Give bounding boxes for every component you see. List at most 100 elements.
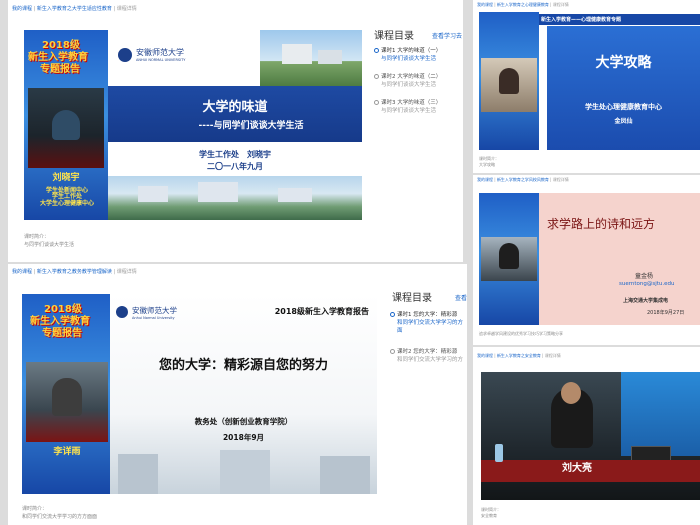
crumb-current: 课程详情 (116, 269, 137, 275)
radio-icon (390, 312, 395, 317)
lesson-item[interactable]: 课时2 您的大学：精彩源 和同学们交流大学学习的方 (390, 349, 463, 365)
breadcrumb: 我的课程 | 新生入学教育之大学生适应性教育 | 课程详情 (12, 6, 137, 12)
crumb-current: 课程详情 (544, 353, 561, 358)
video-player[interactable]: 新生入学教育——心理健康教育专题 大学攻略 学生处心理健康教育中心 金凤仙 (479, 12, 700, 150)
lesson-item[interactable]: 课时1 大学的味道（一） 与同学们谈谈大学生活 (374, 48, 441, 64)
event-poster: 2018级 新生入学教育 专题报告 李详雨 (22, 294, 110, 494)
building (318, 50, 342, 64)
speaker-figure (499, 68, 519, 94)
slide: 求学路上的诗和远方 童金杨 suerntong@sjtu.edu 上海交通大学集… (539, 193, 700, 325)
radio-icon (374, 48, 379, 53)
slide-banner: 大学的味道 ----与同学们谈谈大学生活 (108, 86, 362, 142)
slide-date: 2018年9月 (222, 433, 265, 442)
breadcrumb: 我的课程 | 新生入学教育之安全教育 | 课程详情 (477, 353, 561, 358)
building (282, 44, 312, 64)
crumb-my-courses[interactable]: 我的课程 (477, 353, 493, 358)
projector-screen (621, 372, 700, 456)
crumb-course[interactable]: 新生入学教育之教务教学管理解读 (37, 269, 112, 275)
course-panel-1: 我的课程 | 新生入学教育之大学生适应性教育 | 课程详情 2018级 新生入学… (8, 0, 463, 262)
slide-title: 求学路上的诗和远方 (547, 217, 656, 231)
slide-dept: 教务处（创新创业教育学院） (194, 417, 293, 426)
water-bottle-icon (495, 444, 503, 462)
course-panel-4: 我的课程 | 新生入学教育之学风校风教育 | 课程详情 求学路上的诗和远方 童金… (473, 175, 700, 345)
slide: 安徽师范大学 ANHUI NORMAL UNIVERSITY 大学的味道 ---… (108, 30, 362, 220)
event-poster: 2018级 新生入学教育 专题报告 刘晓宇 学生处新闻中心 学生工作处 大学生心… (24, 30, 108, 220)
speaker-figure (52, 110, 80, 140)
view-study-link[interactable]: 查看 (455, 293, 467, 302)
poster-subtitle-2: 专题报告 (40, 64, 80, 75)
slide-dept: 学生工作处 刘晓宇 (199, 150, 271, 159)
video-player[interactable]: 2018级 新生入学教育 专题报告 李详雨 安徽师范大学 Anhui Norma… (22, 294, 377, 494)
speaker-video (26, 362, 108, 442)
crumb-my-courses[interactable]: 我的课程 (12, 269, 32, 275)
slide-dept: 学生处心理健康教育中心 (585, 103, 662, 111)
crumb-my-courses[interactable]: 我的课程 (477, 177, 493, 182)
radio-icon (390, 349, 395, 354)
slide-title: 您的大学：精彩源自您的努力 (158, 358, 328, 373)
lesson-intro: 课时简介： 大学攻略 (479, 156, 499, 167)
school-name-en: ANHUI NORMAL UNIVERSITY (136, 58, 186, 62)
slide-title: 大学攻略 (595, 55, 652, 71)
campus-photo (260, 30, 362, 86)
slide-speaker: 金凤仙 (614, 118, 633, 125)
course-panel-2: 我的课程 | 新生入学教育之教务教学管理解读 | 课程详情 2018级 新生入学… (8, 264, 467, 525)
course-list-title: 课程目录 (374, 31, 414, 42)
campus-panorama (108, 176, 362, 220)
slide-date: 二〇一八年九月 (207, 162, 263, 171)
breadcrumb: 我的课程 | 新生入学教育之学风校风教育 | 课程详情 (477, 177, 569, 182)
crumb-current: 课程详情 (116, 6, 137, 12)
crumb-course[interactable]: 新生入学教育之大学生适应性教育 (37, 6, 112, 12)
slide-speaker: 童金杨 (635, 273, 654, 280)
video-player[interactable]: 2018级 新生入学教育 专题报告 刘晓宇 学生处新闻中心 学生工作处 大学生心… (24, 30, 362, 220)
video-player[interactable]: 求学路上的诗和远方 童金杨 suerntong@sjtu.edu 上海交通大学集… (479, 193, 700, 325)
view-study-link[interactable]: 查看学习去 (432, 31, 462, 40)
crumb-my-courses[interactable]: 我的课程 (12, 6, 32, 12)
radio-icon (374, 100, 379, 105)
school-name-en: Anhui Normal University (132, 316, 175, 320)
building (278, 188, 312, 202)
video-player[interactable]: 刘大亮 (481, 372, 700, 500)
speaker-head (561, 382, 581, 404)
school-logo-icon (118, 48, 132, 62)
slide-school: 上海交通大学集成电 (623, 298, 669, 304)
lesson-intro: 课时简介： 与同学们谈谈大学生活 (24, 234, 75, 248)
slide-title: 大学的味道 (202, 100, 268, 115)
building (198, 182, 238, 202)
speaker-video (481, 237, 537, 281)
building (118, 454, 158, 494)
school-name: 安徽师范大学 (136, 48, 184, 57)
lesson-intro: 追求卓越学风建设的优秀学习技巧学习策略分享 (479, 331, 563, 336)
lesson-intro: 课时简介： 安全教育 (481, 507, 501, 518)
crumb-course[interactable]: 新生入学教育之学风校风教育 (497, 177, 549, 182)
crumb-course[interactable]: 新生入学教育之心理健康教育 (497, 2, 549, 7)
event-poster (479, 193, 539, 325)
slide-header: 2018级新生入学教育报告 (274, 307, 369, 316)
crumb-my-courses[interactable]: 我的课程 (477, 2, 493, 7)
speaker-video (481, 58, 537, 112)
course-panel-5: 我的课程 | 新生入学教育之安全教育 | 课程详情 刘大亮 课时简介： 安全教育 (473, 347, 700, 525)
breadcrumb: 我的课程 | 新生入学教育之心理健康教育 | 课程详情 (477, 2, 569, 7)
breadcrumb: 我的课程 | 新生入学教育之教务教学管理解读 | 课程详情 (12, 269, 137, 275)
lesson-item[interactable]: 课时3 大学的味道（三） 与同学们谈谈大学生活 (374, 100, 441, 116)
crumb-course[interactable]: 新生入学教育之安全教育 (497, 353, 541, 358)
building (320, 456, 370, 494)
crumb-current: 课程详情 (552, 177, 569, 182)
course-panel-3: 我的课程 | 新生入学教育之心理健康教育 | 课程详情 新生入学教育——心理健康… (473, 0, 700, 173)
speaker-figure (499, 243, 519, 269)
slide-subtitle: ----与同学们谈谈大学生活 (198, 121, 304, 131)
speaker-figure (52, 378, 82, 416)
slide-banner: 新生入学教育——心理健康教育专题 (539, 14, 700, 25)
radio-icon (374, 74, 379, 79)
school-name: 安徽师范大学 (132, 306, 177, 315)
lesson-item[interactable]: 课时1 您的大学：精彩源 和同学们交流大学学习的方 面 (390, 312, 463, 336)
slide-date: 2018年9月27日 (647, 310, 685, 316)
name-card: 李详雨 (53, 447, 81, 457)
event-poster (479, 12, 539, 150)
course-list-title: 课程目录 (392, 293, 432, 304)
poster-org: 大学生心理健康中心 (39, 199, 94, 207)
name-card: 刘大亮 (562, 463, 592, 474)
slide: 安徽师范大学 Anhui Normal University 2018级新生入学… (110, 294, 377, 494)
building (138, 186, 168, 202)
slide-email: suerntong@sjtu.edu (619, 281, 675, 287)
lesson-item[interactable]: 课时2 大学的味道（二） 与同学们谈谈大学生活 (374, 74, 441, 90)
